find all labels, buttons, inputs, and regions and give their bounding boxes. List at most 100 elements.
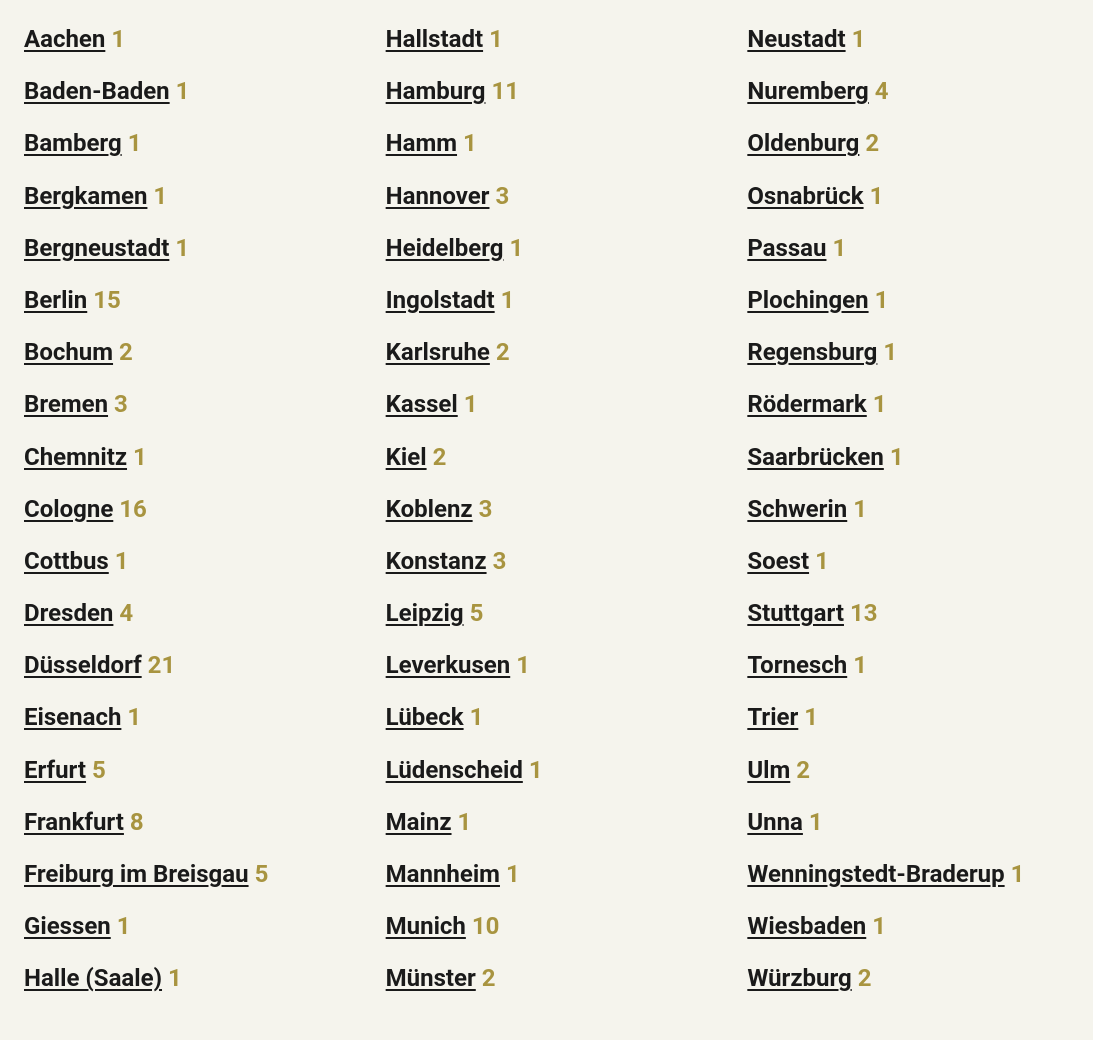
city-link[interactable]: Ingolstadt — [386, 286, 495, 314]
city-link[interactable]: Bamberg — [24, 129, 122, 157]
column-3: Neustadt1Nuremberg4Oldenburg2Osnabrück1P… — [747, 24, 1069, 1016]
city-link[interactable]: Giessen — [24, 912, 111, 940]
list-item: Munich10 — [386, 911, 708, 942]
city-link[interactable]: Schwerin — [747, 495, 847, 523]
city-link[interactable]: Koblenz — [386, 495, 473, 523]
city-link[interactable]: Karlsruhe — [386, 338, 490, 366]
city-count: 3 — [479, 495, 493, 523]
city-count: 1 — [115, 547, 129, 575]
city-count: 21 — [148, 651, 176, 679]
city-link[interactable]: Saarbrücken — [747, 443, 884, 471]
list-item: Bamberg1 — [24, 128, 346, 159]
city-count: 10 — [472, 912, 500, 940]
city-count: 5 — [92, 756, 106, 784]
city-count: 2 — [796, 756, 810, 784]
city-link[interactable]: Leverkusen — [386, 651, 511, 679]
city-link[interactable]: Bergneustadt — [24, 234, 169, 262]
city-count: 2 — [482, 964, 496, 992]
list-item: Freiburg im Breisgau5 — [24, 859, 346, 890]
city-link[interactable]: Erfurt — [24, 756, 86, 784]
city-count: 15 — [93, 286, 121, 314]
city-link[interactable]: Münster — [386, 964, 476, 992]
city-link[interactable]: Ulm — [747, 756, 790, 784]
city-count: 3 — [114, 390, 128, 418]
city-count: 1 — [117, 912, 131, 940]
city-link[interactable]: Halle (Saale) — [24, 964, 162, 992]
city-link[interactable]: Passau — [747, 234, 826, 262]
list-item: Frankfurt8 — [24, 807, 346, 838]
city-link[interactable]: Frankfurt — [24, 808, 124, 836]
city-link[interactable]: Hamburg — [386, 77, 486, 105]
city-link[interactable]: Düsseldorf — [24, 651, 142, 679]
city-link[interactable]: Chemnitz — [24, 443, 127, 471]
city-link[interactable]: Kassel — [386, 390, 458, 418]
city-link[interactable]: Freiburg im Breisgau — [24, 860, 249, 888]
city-link[interactable]: Dresden — [24, 599, 113, 627]
city-link[interactable]: Stuttgart — [747, 599, 844, 627]
city-link[interactable]: Hannover — [386, 182, 490, 210]
city-link[interactable]: Lüdenscheid — [386, 756, 523, 784]
list-item: Nuremberg4 — [747, 76, 1069, 107]
city-link[interactable]: Würzburg — [747, 964, 851, 992]
city-link[interactable]: Rödermark — [747, 390, 866, 418]
city-link[interactable]: Cologne — [24, 495, 113, 523]
list-item: Schwerin1 — [747, 494, 1069, 525]
city-link[interactable]: Oldenburg — [747, 129, 859, 157]
column-2: Hallstadt1Hamburg11Hamm1Hannover3Heidelb… — [386, 24, 708, 1016]
city-link[interactable]: Lübeck — [386, 703, 464, 731]
list-item: Stuttgart13 — [747, 598, 1069, 629]
city-count: 1 — [529, 756, 543, 784]
city-count: 3 — [493, 547, 507, 575]
list-item: Hamm1 — [386, 128, 708, 159]
city-link[interactable]: Plochingen — [747, 286, 868, 314]
city-link[interactable]: Munich — [386, 912, 466, 940]
city-link[interactable]: Berlin — [24, 286, 87, 314]
city-link[interactable]: Trier — [747, 703, 798, 731]
city-link[interactable]: Konstanz — [386, 547, 487, 575]
city-link[interactable]: Cottbus — [24, 547, 109, 575]
list-item: Dresden4 — [24, 598, 346, 629]
list-item: Erfurt5 — [24, 755, 346, 786]
city-link[interactable]: Nuremberg — [747, 77, 868, 105]
list-item: Düsseldorf21 — [24, 650, 346, 681]
city-count: 11 — [491, 77, 519, 105]
city-link[interactable]: Osnabrück — [747, 182, 863, 210]
city-link[interactable]: Aachen — [24, 25, 105, 53]
list-item: Giessen1 — [24, 911, 346, 942]
list-item: Regensburg1 — [747, 337, 1069, 368]
city-count: 1 — [153, 182, 167, 210]
city-link[interactable]: Bochum — [24, 338, 113, 366]
city-count: 1 — [506, 860, 520, 888]
city-link[interactable]: Mainz — [386, 808, 452, 836]
city-count: 1 — [875, 286, 889, 314]
list-item: Münster2 — [386, 963, 708, 994]
city-count: 1 — [470, 703, 484, 731]
city-link[interactable]: Wenningstedt-Braderup — [747, 860, 1004, 888]
list-item: Leipzig5 — [386, 598, 708, 629]
city-link[interactable]: Bremen — [24, 390, 108, 418]
city-count: 1 — [804, 703, 818, 731]
city-link[interactable]: Baden-Baden — [24, 77, 170, 105]
list-item: Mannheim1 — [386, 859, 708, 890]
list-item: Ingolstadt1 — [386, 285, 708, 316]
city-link[interactable]: Soest — [747, 547, 809, 575]
city-count: 2 — [865, 129, 879, 157]
city-link[interactable]: Tornesch — [747, 651, 847, 679]
city-link[interactable]: Regensburg — [747, 338, 877, 366]
city-link[interactable]: Hamm — [386, 129, 457, 157]
city-link[interactable]: Unna — [747, 808, 803, 836]
city-link[interactable]: Wiesbaden — [747, 912, 866, 940]
city-link[interactable]: Eisenach — [24, 703, 121, 731]
city-link[interactable]: Kiel — [386, 443, 427, 471]
city-count: 1 — [832, 234, 846, 262]
city-link[interactable]: Hallstadt — [386, 25, 483, 53]
city-link[interactable]: Leipzig — [386, 599, 464, 627]
city-link[interactable]: Neustadt — [747, 25, 845, 53]
city-count: 8 — [130, 808, 144, 836]
city-count: 5 — [255, 860, 269, 888]
city-link[interactable]: Bergkamen — [24, 182, 147, 210]
city-link[interactable]: Heidelberg — [386, 234, 504, 262]
city-count: 2 — [433, 443, 447, 471]
city-link[interactable]: Mannheim — [386, 860, 500, 888]
city-count: 1 — [128, 129, 142, 157]
